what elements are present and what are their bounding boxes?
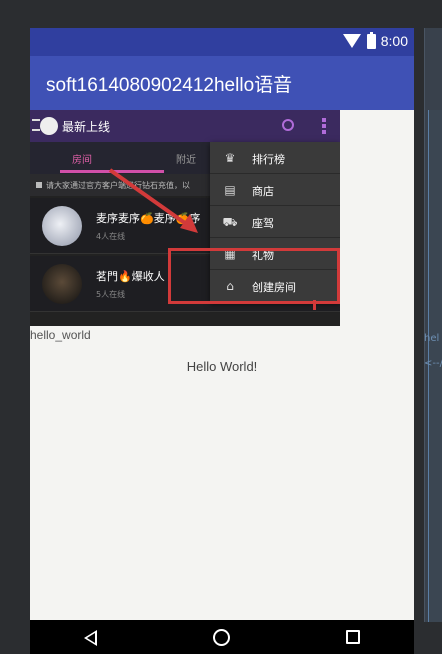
menu-item-store: ▤ 商店 <box>210 174 340 206</box>
app-bar: soft1614080902412hello语音 <box>30 56 414 110</box>
speaker-icon <box>36 182 42 188</box>
highlight-tick <box>313 300 316 310</box>
avatar <box>42 206 82 246</box>
logo-icon <box>40 117 58 135</box>
menu-item-label: 商店 <box>252 185 274 198</box>
embedded-toolbar: 最新上线 <box>30 110 340 142</box>
menu-icon <box>32 119 40 131</box>
ide-side-label: hel <box>424 333 440 344</box>
tab-rooms: 房间 <box>72 155 92 166</box>
device-screen: 8:00 soft1614080902412hello语音 最新上线 房间 附近… <box>30 28 414 654</box>
recents-icon[interactable] <box>346 630 360 644</box>
battery-icon <box>366 31 376 49</box>
avatar <box>42 264 82 304</box>
highlight-box <box>168 248 340 304</box>
store-icon: ▤ <box>224 183 236 197</box>
nav-bar <box>30 620 414 654</box>
menu-item-label: 座驾 <box>252 217 274 230</box>
room-name: 麦序麦序🍊麦序🍊序 <box>96 212 201 225</box>
crown-icon: ♛ <box>224 151 236 165</box>
embedded-screenshot-image: 最新上线 房间 附近 请大家通过官方客户端进行钻石充值，以 麦序麦序🍊麦序🍊序 … <box>30 110 340 326</box>
ide-left-panel <box>0 0 30 654</box>
status-bar: 8:00 <box>30 28 414 56</box>
menu-item-label: 排行榜 <box>252 153 285 166</box>
app-title: soft1614080902412hello语音 <box>46 75 293 96</box>
room-online: 5人在线 <box>96 290 126 299</box>
hello-world-label: hello_world <box>30 328 91 342</box>
car-icon: ⛟ <box>222 215 238 229</box>
more-vert-icon <box>322 118 326 134</box>
embedded-title: 最新上线 <box>62 120 111 134</box>
hello-world-text: Hello World! <box>186 359 258 374</box>
tab-indicator <box>60 170 164 173</box>
back-icon-inner <box>87 633 95 643</box>
wifi-icon <box>342 34 361 48</box>
search-icon <box>282 119 294 131</box>
room-online: 4人在线 <box>96 232 126 241</box>
status-time: 8:00 <box>380 33 408 49</box>
room-name: 茗門🔥爆收人 <box>96 270 165 283</box>
home-icon[interactable] <box>213 629 230 646</box>
tab-nearby: 附近 <box>176 155 196 166</box>
status-icons: 8:00 <box>342 31 408 49</box>
ide-side-arrow: <--/ <box>424 358 442 369</box>
menu-item-ranking: ♛ 排行榜 <box>210 142 340 174</box>
notice-text: 请大家通过官方客户端进行钻石充值，以 <box>46 181 190 190</box>
menu-item-car: ⛟ 座驾 <box>210 206 340 238</box>
